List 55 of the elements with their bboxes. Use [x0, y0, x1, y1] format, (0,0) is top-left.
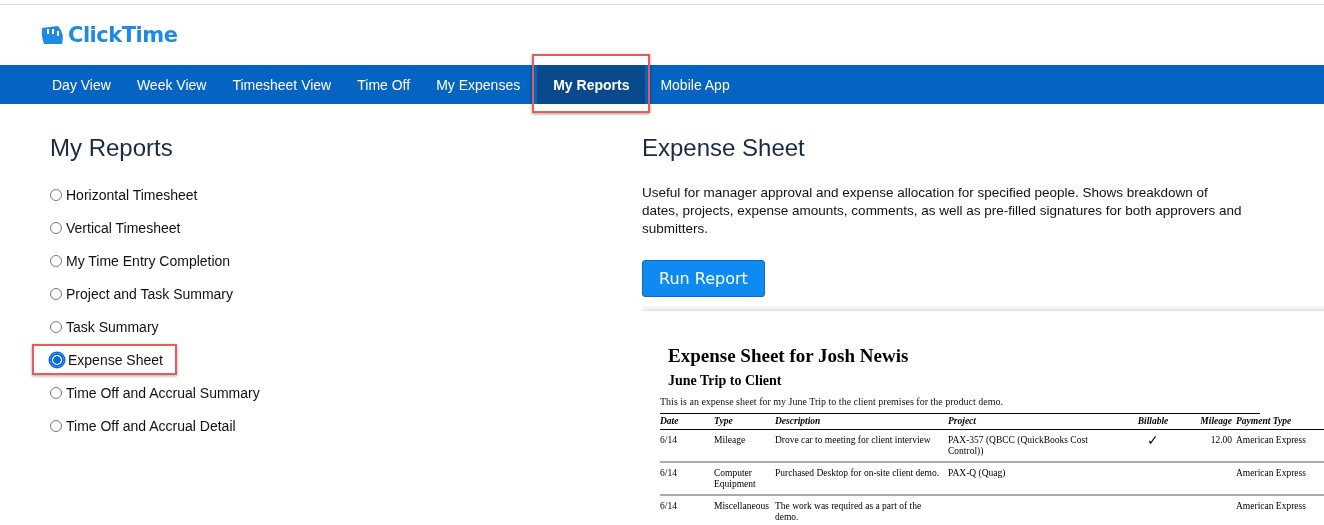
table-cell: PAX-Q (Quag) — [948, 462, 1125, 495]
nav-tab[interactable]: My Reports — [537, 65, 646, 104]
logo-text: ClickTime — [68, 23, 178, 47]
column-header: Billable — [1125, 414, 1185, 430]
table-cell: Drove car to meeting for client interview — [775, 429, 948, 462]
report-option[interactable]: Time Off and Accrual Summary — [66, 384, 260, 401]
radio-button[interactable] — [50, 188, 62, 201]
table-cell: Purchased Desktop for on-site client demo. — [775, 462, 948, 495]
table-cell: Computer Equipment — [714, 462, 775, 495]
preview-title: Expense Sheet for Josh Newis — [668, 345, 910, 367]
preview-note: This is an expense sheet for my June Trip to the client premises for the product demo. — [660, 393, 1260, 414]
table-cell: 6/14 — [660, 495, 714, 525]
table-cell: The work was required as a part of the demo. — [775, 495, 948, 525]
column-header: Mileage — [1185, 414, 1236, 430]
table-cell: PAX-357 (QBCC (QuickBooks Cost Control)) — [948, 429, 1125, 462]
radio-button[interactable] — [50, 287, 62, 300]
radio-button[interactable] — [50, 221, 62, 234]
section-title: My Reports — [50, 134, 174, 162]
nav-tab[interactable]: My Expenses — [424, 65, 533, 104]
logo-icon — [40, 24, 66, 46]
report-option[interactable]: Vertical Timesheet — [66, 219, 181, 236]
report-option[interactable]: Project and Task Summary — [66, 285, 234, 302]
nav-tab[interactable]: Week View — [124, 65, 219, 104]
report-description: Useful for manager approval and expense allocation for specified people. Shows breakdown of dates, projects, expense amounts, comments, as well as pre-filled signatures for both approvers and submitters. — [642, 184, 1242, 238]
column-header: Date — [660, 414, 714, 430]
report-title: Expense Sheet — [642, 134, 806, 162]
radio-button[interactable] — [50, 386, 62, 399]
nav-tab[interactable]: Timesheet View — [220, 65, 344, 104]
table-cell: Mileage — [714, 429, 775, 462]
report-option[interactable]: My Time Entry Completion — [66, 252, 231, 269]
table-cell: Miscellaneous — [714, 495, 775, 525]
radio-button[interactable] — [50, 254, 62, 267]
table-cell: American Express — [1236, 429, 1324, 462]
radio-button[interactable] — [50, 419, 62, 432]
run-report-button[interactable]: Run Report — [642, 260, 765, 297]
table-cell: American Express — [1236, 495, 1324, 525]
table-cell: 6/14 — [660, 429, 714, 462]
nav-tab[interactable]: Time Off — [345, 65, 423, 104]
table-cell: 12.00 — [1185, 429, 1236, 462]
column-header: Description — [775, 414, 948, 430]
column-header: Type — [714, 414, 775, 430]
report-option[interactable]: Expense Sheet — [68, 351, 163, 368]
report-option[interactable]: Task Summary — [66, 318, 159, 335]
report-option[interactable]: Horizontal Timesheet — [66, 186, 198, 203]
report-option[interactable]: Time Off and Accrual Detail — [66, 417, 236, 434]
table-cell: 6/14 — [660, 462, 714, 495]
check-mark: ✓ — [1147, 433, 1159, 448]
table-cell: American Express — [1236, 462, 1324, 495]
nav-tab[interactable]: Day View — [40, 65, 123, 104]
radio-button[interactable] — [50, 352, 64, 367]
nav-tab[interactable]: Mobile App — [648, 65, 742, 104]
preview-subtitle: June Trip to Client — [668, 373, 783, 389]
column-header: Payment Type — [1236, 414, 1324, 430]
column-header: Project — [948, 414, 1125, 430]
radio-button[interactable] — [50, 320, 62, 333]
